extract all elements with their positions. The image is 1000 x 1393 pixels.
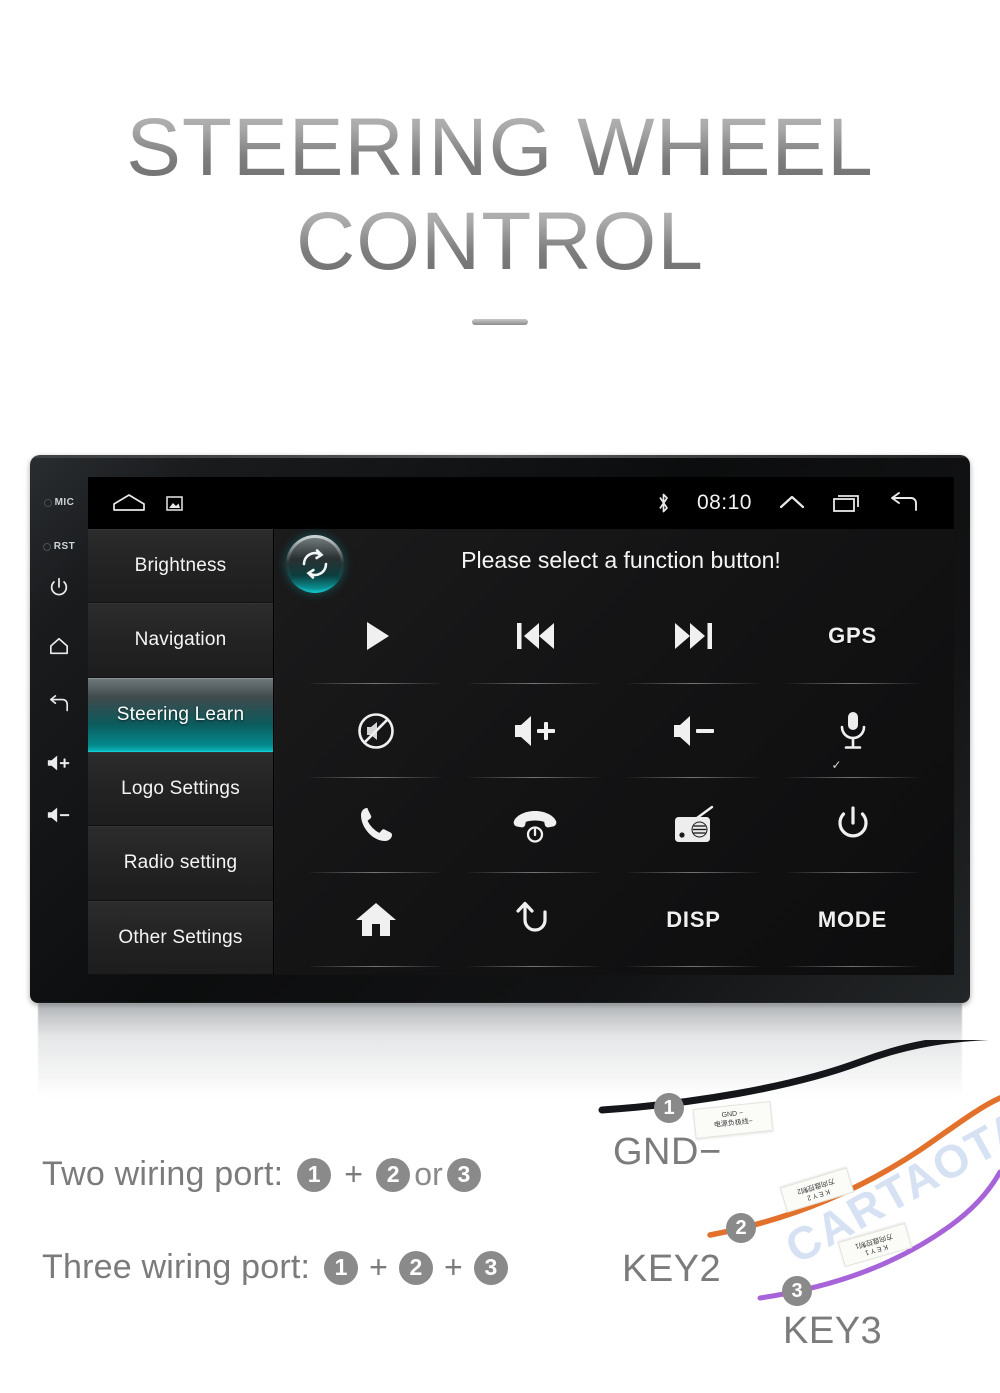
play-icon (366, 622, 389, 651)
house-icon (355, 902, 396, 936)
fn-disp-button[interactable]: DISP (614, 873, 773, 968)
phone-icon (360, 808, 392, 842)
voice-learned-check: ✓ (831, 758, 842, 772)
sidebar-item-radio-setting[interactable]: Radio setting (88, 826, 273, 901)
device-screen: 08:10 Brightness Navigation Steering Lea… (88, 477, 954, 975)
device-body: MIC RST 08:10 Brightness Navigation Stee… (30, 455, 970, 1003)
sidebar-item-logo-settings[interactable]: Logo Settings (88, 751, 273, 827)
wire-label-key3: KEY3 (783, 1310, 883, 1352)
bezel-volume-up-button[interactable] (39, 754, 79, 772)
wire-label-key2: KEY2 (622, 1248, 722, 1290)
sidebar-item-brightness[interactable]: Brightness (88, 529, 273, 604)
page-title: STEERING WHEEL CONTROL (0, 107, 1000, 326)
two-wiring-port-label: Two wiring port: (42, 1155, 284, 1193)
phone-hangup-icon (513, 811, 556, 843)
back-arrow-icon (49, 695, 68, 712)
wiring-badge-2: 2 (399, 1250, 434, 1285)
title-divider (472, 319, 528, 326)
wire-harness-illustration (598, 1040, 1000, 1301)
back-undo-icon (515, 901, 547, 932)
three-wiring-port-label: Three wiring port: (42, 1248, 311, 1286)
wiring-badge-3: 3 (473, 1250, 508, 1285)
power-icon (837, 806, 868, 838)
settings-sidebar: Brightness Navigation Steering Learn Log… (88, 529, 274, 975)
reset-indicator: RST (39, 541, 79, 552)
mic-indicator: MIC (39, 497, 79, 508)
fn-volume-down-button[interactable] (614, 684, 773, 779)
power-icon (50, 577, 68, 596)
bezel-home-button[interactable] (39, 636, 79, 656)
wiring-operator-plus: + (344, 1156, 364, 1192)
bluetooth-icon (656, 491, 671, 515)
android-status-bar: 08:10 (88, 477, 954, 529)
three-wiring-port-row: Three wiring port: 1 + 2 + 3 (42, 1248, 508, 1287)
panel-prompt: Please select a function button! (461, 547, 781, 573)
statusbar-back-icon[interactable] (888, 492, 920, 514)
wiring-badge-2: 2 (376, 1157, 411, 1192)
microphone-icon (840, 711, 865, 749)
volume-up-icon (47, 755, 70, 771)
page-title-line-2: CONTROL (0, 200, 1000, 282)
sidebar-item-other-settings[interactable]: Other Settings (88, 900, 273, 975)
sidebar-item-navigation[interactable]: Navigation (88, 603, 273, 678)
car-stereo-device: MIC RST 08:10 Brightness Navigation Stee… (30, 455, 970, 1003)
fn-gps-button[interactable]: GPS (773, 589, 932, 684)
fn-previous-button[interactable] (455, 589, 614, 684)
mute-icon (357, 712, 394, 749)
statusbar-home-icon[interactable] (112, 492, 146, 514)
panel-header: Please select a function button! (274, 529, 954, 593)
volume-down-icon (47, 807, 70, 823)
settings-screen: Brightness Navigation Steering Learn Log… (88, 529, 954, 975)
fn-mute-button[interactable] (296, 684, 455, 779)
steering-learn-panel: Please select a function button! GPS ✓ D… (274, 529, 954, 975)
fn-play-button[interactable] (296, 589, 455, 684)
statusbar-gallery-icon[interactable] (166, 495, 183, 511)
volume-up-icon (514, 715, 555, 746)
fn-mode-button[interactable]: MODE (773, 873, 932, 968)
previous-icon (516, 623, 554, 650)
fn-back-button[interactable] (455, 873, 614, 968)
sidebar-item-steering-learn[interactable]: Steering Learn (88, 677, 273, 752)
fn-radio-button[interactable] (614, 778, 773, 873)
fn-power-button[interactable] (773, 778, 932, 873)
device-bezel-left: MIC RST (30, 455, 88, 1003)
wiring-badge-1: 1 (297, 1157, 332, 1192)
volume-down-icon (673, 715, 714, 746)
recent-apps-icon[interactable] (832, 492, 862, 514)
page-title-line-1: STEERING WHEEL (0, 107, 1000, 189)
bezel-back-button[interactable] (39, 695, 79, 715)
fn-volume-up-button[interactable] (455, 684, 614, 779)
fn-voice-button[interactable]: ✓ (773, 684, 932, 779)
bezel-power-button[interactable] (39, 576, 79, 598)
next-icon (674, 623, 712, 650)
bezel-volume-down-button[interactable] (39, 806, 79, 824)
wire-badge-1: 1 (654, 1093, 684, 1123)
wire-badge-2: 2 (726, 1213, 756, 1243)
wire-badge-3: 3 (782, 1276, 812, 1306)
two-wiring-port-row: Two wiring port: 1 + 2 or 3 (42, 1155, 482, 1194)
function-button-grid: GPS ✓ DISP MODE (296, 589, 932, 967)
wiring-operator-or: or (414, 1156, 444, 1192)
wiring-operator-plus: + (444, 1249, 463, 1285)
fn-call-hangup-button[interactable] (455, 778, 614, 873)
wiring-badge-1: 1 (324, 1250, 359, 1285)
chevron-up-icon[interactable] (778, 493, 806, 513)
fn-next-button[interactable] (614, 589, 773, 684)
fn-call-answer-button[interactable] (296, 778, 455, 873)
radio-icon (674, 806, 713, 843)
home-icon (50, 637, 68, 655)
wiring-badge-3: 3 (447, 1157, 482, 1192)
statusbar-clock: 08:10 (696, 491, 752, 514)
wiring-operator-plus: + (369, 1249, 389, 1285)
fn-home-button[interactable] (296, 873, 455, 968)
